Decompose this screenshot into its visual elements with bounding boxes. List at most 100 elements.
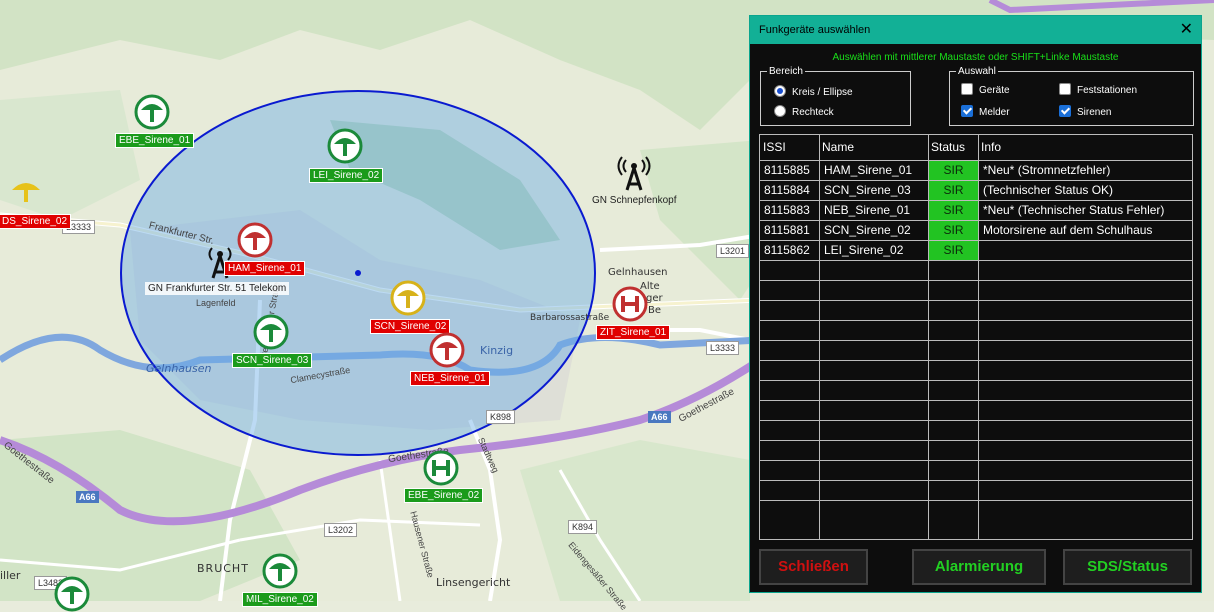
cell-info: *Neu* (Stromnetzfehler)	[983, 163, 1111, 177]
marker-label: HAM_Sirene_01	[224, 261, 306, 276]
column-divider	[978, 135, 979, 539]
road-number: K894	[568, 520, 598, 534]
close-icon[interactable]: ✕	[1180, 19, 1193, 39]
checkbox-checked-icon	[1059, 105, 1071, 117]
marker-label: LEI_Sirene_02	[309, 168, 384, 183]
column-header-info[interactable]: Info	[978, 135, 1192, 160]
marker-label: EBE_Sirene_02	[404, 488, 484, 503]
column-header-status[interactable]: Status	[928, 135, 978, 160]
siren-green-icon[interactable]	[134, 94, 170, 130]
close-button[interactable]: Schließen	[759, 549, 868, 585]
place-label: Gelnhausen	[146, 362, 212, 375]
table-row-empty	[760, 460, 1192, 480]
place-label: Be	[648, 305, 662, 316]
radio-rectangle[interactable]: Rechteck	[774, 105, 834, 118]
siren-green-icon[interactable]	[262, 553, 298, 589]
column-divider	[928, 135, 929, 539]
cell-status: SIR	[929, 201, 978, 220]
checkbox-unchecked-icon	[1059, 83, 1071, 95]
radio-table[interactable]: ISSI Name Status Info 8115885 HAM_Sirene…	[759, 134, 1193, 540]
table-row[interactable]: 8115883 NEB_Sirene_01 SIR *Neu* (Technis…	[760, 200, 1192, 220]
table-row[interactable]: 8115881 SCN_Sirene_02 SIR Motorsirene au…	[760, 220, 1192, 240]
station-label: GN Schnepfenkopf	[592, 195, 677, 206]
place-label: Gelnhausen	[608, 267, 668, 278]
cell-issi: 8115862	[764, 243, 810, 257]
cell-name: NEB_Sirene_01	[824, 203, 911, 217]
table-row[interactable]: 8115885 HAM_Sirene_01 SIR *Neu* (Stromne…	[760, 160, 1192, 180]
table-row[interactable]: 8115862 LEI_Sirene_02 SIR	[760, 240, 1192, 260]
siren-yellow-icon[interactable]	[8, 174, 44, 210]
road-number: L3333	[706, 341, 740, 355]
cell-info: (Technischer Status OK)	[983, 183, 1114, 197]
dialog-titlebar[interactable]: Funkgeräte auswählen ✕	[750, 16, 1201, 44]
checkbox-sirenen[interactable]: Sirenen	[1059, 105, 1111, 118]
checkbox-label: Melder	[979, 107, 1010, 118]
column-divider	[819, 135, 820, 539]
selection-hint: Auswählen mit mittlerer Maustaste oder S…	[832, 52, 1119, 63]
cell-issi: 8115883	[764, 203, 810, 217]
autobahn-number: A66	[76, 491, 99, 503]
place-label: Kinzig	[480, 344, 514, 357]
place-label: BRUCHT	[197, 562, 249, 575]
marker-label: MIL_Sirene_02	[242, 592, 318, 607]
station-label: GN Frankfurter Str. 51 Telekom	[145, 282, 290, 295]
area-legend: Bereich	[769, 66, 803, 77]
siren-green-icon[interactable]	[54, 576, 90, 612]
radio-label: Rechteck	[792, 107, 834, 118]
autobahn-number: A66	[648, 411, 671, 423]
street-label: Lagenfeld	[196, 298, 236, 308]
cell-status: SIR	[929, 181, 978, 200]
table-row-empty	[760, 340, 1192, 360]
checkbox-melder[interactable]: Melder	[961, 105, 1010, 118]
table-row-empty	[760, 380, 1192, 400]
table-row-empty	[760, 480, 1192, 500]
cell-info: Motorsirene auf dem Schulhaus	[983, 223, 1153, 237]
radio-unselected-icon	[774, 105, 786, 117]
cell-issi: 8115885	[764, 163, 810, 177]
table-row-empty	[760, 260, 1192, 280]
siren-green-icon[interactable]	[253, 314, 289, 350]
checkbox-label: Geräte	[979, 85, 1010, 96]
marker-label: ZIT_Sirene_01	[596, 325, 671, 340]
cell-info	[979, 241, 1192, 260]
cell-name: HAM_Sirene_01	[824, 163, 913, 177]
street-label: Barbarossastraße	[530, 313, 610, 323]
road-number: L3201	[716, 244, 750, 258]
road-number: K898	[486, 410, 516, 424]
sds-status-button[interactable]: SDS/Status	[1063, 549, 1192, 585]
table-row-empty	[760, 320, 1192, 340]
marker-label: DS_Sirene_02	[0, 214, 72, 229]
column-header-issi[interactable]: ISSI	[760, 135, 819, 160]
cell-status: SIR	[929, 241, 978, 260]
table-row-empty	[760, 440, 1192, 460]
marker-label: NEB_Sirene_01	[410, 371, 490, 386]
place-label: ger	[646, 293, 663, 304]
table-row-empty	[760, 420, 1192, 440]
radio-circle-ellipse[interactable]: Kreis / Ellipse	[774, 85, 853, 98]
motor-siren-green-icon[interactable]	[423, 450, 459, 486]
marker-label: EBE_Sirene_01	[115, 133, 195, 148]
selection-legend: Auswahl	[958, 66, 996, 77]
table-row-empty	[760, 280, 1192, 300]
column-header-name[interactable]: Name	[819, 135, 928, 160]
table-row[interactable]: 8115884 SCN_Sirene_03 SIR (Technischer S…	[760, 180, 1192, 200]
cell-name: SCN_Sirene_02	[824, 223, 911, 237]
cell-status: SIR	[929, 161, 978, 180]
radio-tower-icon[interactable]	[616, 156, 652, 192]
siren-green-icon[interactable]	[327, 128, 363, 164]
siren-yellow-icon[interactable]	[390, 280, 426, 316]
motor-siren-red-icon[interactable]	[612, 286, 648, 322]
radio-selected-icon	[774, 85, 786, 97]
siren-red-icon[interactable]	[429, 332, 465, 368]
alarm-button[interactable]: Alarmierung	[912, 549, 1046, 585]
cell-status: SIR	[929, 221, 978, 240]
checkbox-unchecked-icon	[961, 83, 973, 95]
checkbox-checked-icon	[961, 105, 973, 117]
cell-issi: 8115881	[764, 223, 810, 237]
checkbox-geraete[interactable]: Geräte	[961, 83, 1010, 96]
checkbox-feststationen[interactable]: Feststationen	[1059, 83, 1137, 96]
table-row-empty	[760, 400, 1192, 420]
marker-label: SCN_Sirene_03	[232, 353, 313, 368]
table-row-empty	[760, 300, 1192, 320]
siren-red-icon[interactable]	[237, 222, 273, 258]
